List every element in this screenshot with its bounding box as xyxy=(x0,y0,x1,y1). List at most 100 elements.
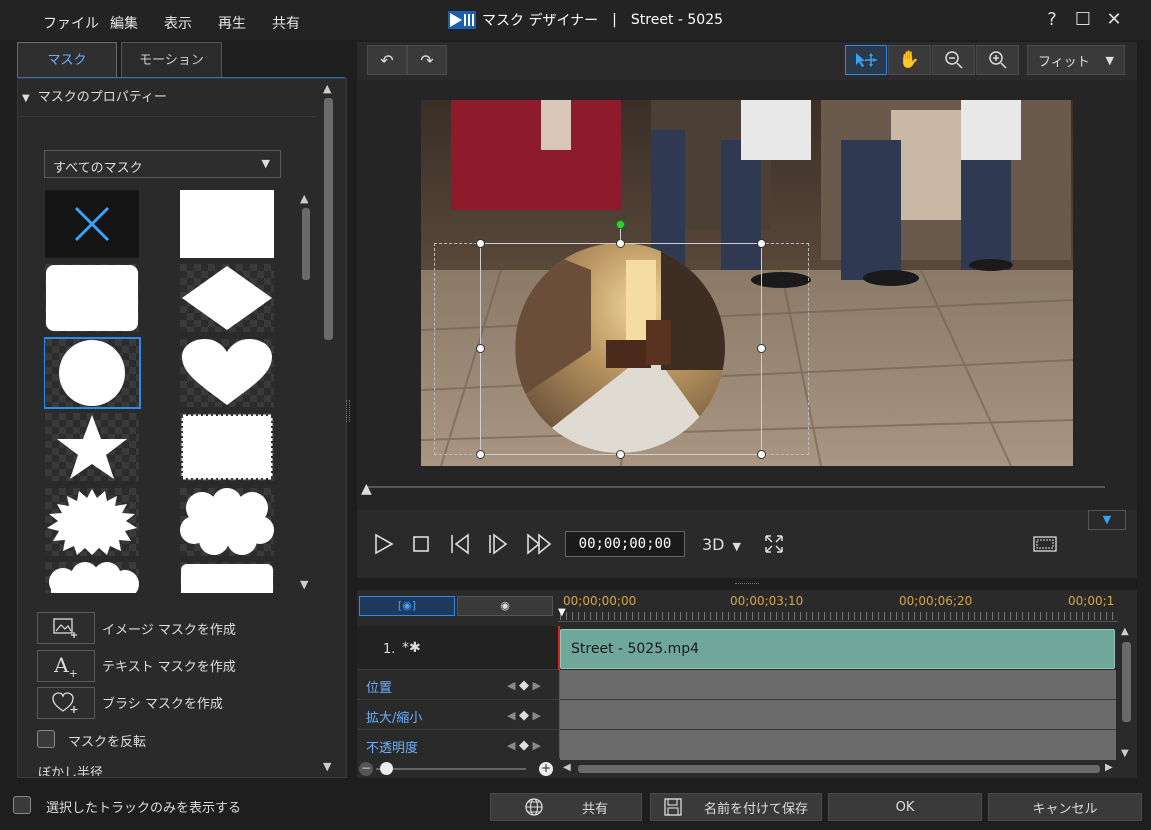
create-text-mask-label[interactable]: テキスト マスクを作成 xyxy=(102,656,236,675)
resize-handle-r[interactable] xyxy=(757,344,766,353)
menu-edit[interactable]: 編集 xyxy=(110,13,138,33)
timeline-zoom-out-icon[interactable]: − xyxy=(359,762,373,776)
preview-scrubber-track[interactable] xyxy=(367,486,1105,488)
tab-motion[interactable]: モーション xyxy=(121,42,222,78)
expand-panel-button[interactable]: ▼ xyxy=(1088,510,1126,530)
video-clip[interactable]: Street - 5025.mp4 xyxy=(560,629,1115,669)
horizontal-splitter[interactable] xyxy=(735,583,759,585)
hscroll-thumb[interactable] xyxy=(578,765,1100,773)
resize-handle-tr[interactable] xyxy=(757,239,766,248)
mask-rectangle[interactable] xyxy=(180,190,274,258)
ruler-ticks xyxy=(560,612,1116,620)
scale-keyframe-lane[interactable] xyxy=(560,700,1116,730)
mask-cloud[interactable] xyxy=(180,488,274,556)
create-brush-mask-button[interactable] xyxy=(37,687,95,719)
safe-area-icon[interactable] xyxy=(1033,536,1057,552)
ok-button[interactable]: OK xyxy=(828,793,982,821)
timeline-zoom-thumb[interactable] xyxy=(380,762,393,775)
position-keyframe-lane[interactable] xyxy=(560,670,1116,700)
keyframe-rows xyxy=(357,670,1117,760)
keyframe-nav-opacity[interactable]: ◀ ◆ ▶ xyxy=(507,738,541,753)
create-text-mask-button[interactable]: A+ xyxy=(37,650,95,682)
panel-scroll-down-icon[interactable]: ▼ xyxy=(323,760,331,773)
mask-rounded-2[interactable] xyxy=(180,562,274,593)
panel-scroll-up-icon[interactable]: ▲ xyxy=(323,82,331,95)
timeline-track-view-button[interactable]: [◉] xyxy=(359,596,455,616)
cancel-button[interactable]: キャンセル xyxy=(988,793,1142,821)
mask-burst[interactable] xyxy=(45,488,139,556)
hand-tool-button[interactable]: ✋ xyxy=(888,45,931,75)
mask-filter-dropdown[interactable]: すべてのマスク ▼ xyxy=(44,150,281,178)
tab-mask[interactable]: マスク xyxy=(17,42,117,78)
create-image-mask-button[interactable] xyxy=(37,612,95,644)
grid-scroll-down-icon[interactable]: ▼ xyxy=(300,578,308,591)
vscroll-up-icon[interactable]: ▲ xyxy=(1121,626,1129,637)
timecode-display[interactable]: 00;00;00;00 xyxy=(565,531,685,557)
rotate-handle[interactable] xyxy=(616,220,625,229)
stop-icon[interactable] xyxy=(412,535,430,553)
zoom-select[interactable]: フィット ▼ xyxy=(1027,45,1125,75)
select-move-tool-button[interactable] xyxy=(845,45,887,75)
prev-keyframe-icon: ◀ xyxy=(507,739,516,752)
menu-share[interactable]: 共有 xyxy=(272,13,300,33)
mask-heart[interactable] xyxy=(180,339,274,407)
previous-frame-icon[interactable] xyxy=(449,533,471,555)
mask-circle[interactable] xyxy=(44,337,141,409)
create-image-mask-label[interactable]: イメージ マスクを作成 xyxy=(102,619,236,638)
zoom-in-button[interactable] xyxy=(976,45,1019,75)
zoom-out-button[interactable] xyxy=(932,45,975,75)
vscroll-down-icon[interactable]: ▼ xyxy=(1121,748,1129,759)
resize-handle-t[interactable] xyxy=(616,239,625,248)
menu-play[interactable]: 再生 xyxy=(218,13,246,33)
mask-none[interactable] xyxy=(45,190,139,258)
mask-bounding-box[interactable] xyxy=(480,243,762,455)
resize-handle-tl[interactable] xyxy=(476,239,485,248)
undo-button[interactable]: ↶ xyxy=(367,45,407,75)
keyframe-nav-scale[interactable]: ◀ ◆ ▶ xyxy=(507,708,541,723)
section-header[interactable]: ▼ マスクのプロパティー xyxy=(22,86,167,105)
grid-scroll-up-icon[interactable]: ▲ xyxy=(300,192,308,205)
play-icon[interactable] xyxy=(373,533,395,555)
show-selected-track-checkbox[interactable] xyxy=(13,796,31,814)
create-brush-mask-label[interactable]: ブラシ マスクを作成 xyxy=(102,693,223,712)
resize-handle-l[interactable] xyxy=(476,344,485,353)
show-selected-track-label[interactable]: 選択したトラックのみを表示する xyxy=(46,797,241,816)
resize-handle-b[interactable] xyxy=(616,450,625,459)
save-as-button[interactable]: 名前を付けて保存 xyxy=(650,793,822,821)
close-button[interactable]: ✕ xyxy=(1104,10,1124,30)
fullscreen-icon[interactable] xyxy=(764,534,784,554)
mask-stamp[interactable] xyxy=(180,413,274,481)
timeline-zoom-slider[interactable] xyxy=(376,768,526,770)
resize-handle-bl[interactable] xyxy=(476,450,485,459)
hscroll-left-icon[interactable]: ◀ xyxy=(563,762,571,773)
mask-rounded-rectangle[interactable] xyxy=(45,264,139,332)
timeline-zoom-in-icon[interactable]: + xyxy=(539,762,553,776)
redo-icon: ↷ xyxy=(420,50,434,70)
help-button[interactable]: ? xyxy=(1042,10,1062,30)
mask-star[interactable] xyxy=(45,413,139,481)
panel-splitter[interactable] xyxy=(346,400,350,422)
menu-file[interactable]: ファイル xyxy=(43,13,99,33)
next-frame-icon[interactable] xyxy=(487,533,509,555)
mask-cloud-2[interactable] xyxy=(45,562,139,593)
invert-mask-label[interactable]: マスクを反転 xyxy=(68,731,146,750)
scrubber-handle-icon[interactable]: ▲ xyxy=(361,481,372,497)
playhead-marker-icon[interactable]: ▼ xyxy=(558,607,566,618)
panel-scroll-thumb[interactable] xyxy=(324,98,333,340)
hscroll-right-icon[interactable]: ▶ xyxy=(1105,762,1113,773)
dropdown-arrow-icon: ▼ xyxy=(261,157,270,170)
opacity-keyframe-lane[interactable] xyxy=(560,730,1116,760)
vscroll-thumb[interactable] xyxy=(1122,642,1131,722)
3d-mode-button[interactable]: 3D ▼ xyxy=(702,535,741,554)
grid-scroll-thumb[interactable] xyxy=(302,208,310,280)
share-button[interactable]: 共有 xyxy=(490,793,642,821)
menu-view[interactable]: 表示 xyxy=(164,13,192,33)
resize-handle-br[interactable] xyxy=(757,450,766,459)
keyframe-nav-position[interactable]: ◀ ◆ ▶ xyxy=(507,678,541,693)
redo-button[interactable]: ↷ xyxy=(407,45,447,75)
fast-forward-icon[interactable] xyxy=(526,533,554,555)
timeline-clock-view-button[interactable]: ◉ xyxy=(457,596,553,616)
invert-mask-checkbox[interactable] xyxy=(37,730,55,748)
mask-diamond[interactable] xyxy=(180,264,274,332)
maximize-button[interactable]: ☐ xyxy=(1073,10,1093,30)
